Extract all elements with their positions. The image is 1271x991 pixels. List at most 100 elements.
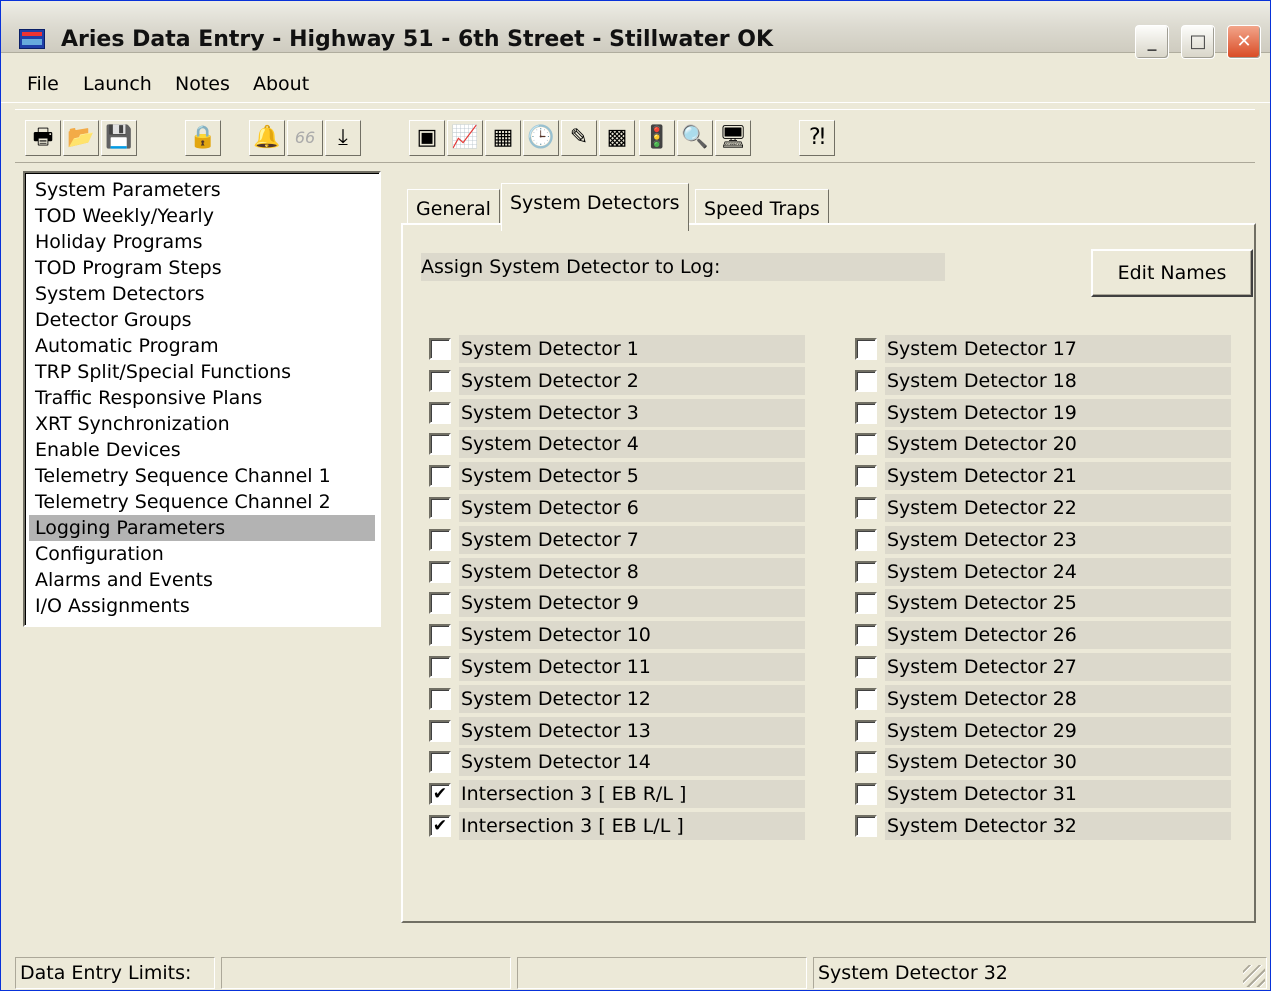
detector-checkbox[interactable] bbox=[429, 656, 451, 678]
nav-item[interactable]: Automatic Program bbox=[29, 333, 375, 359]
screen-icon[interactable]: ▣ bbox=[409, 120, 445, 156]
detector-label: System Detector 9 bbox=[459, 589, 805, 618]
disabled-tool-icon-glyph: 66 bbox=[294, 128, 316, 147]
detector-checkbox[interactable] bbox=[855, 338, 877, 360]
detector-label: System Detector 3 bbox=[459, 398, 805, 427]
grid-icon[interactable]: ▦ bbox=[485, 120, 521, 156]
detector-checkbox[interactable] bbox=[429, 687, 451, 710]
detector-label: System Detector 23 bbox=[885, 525, 1231, 554]
menu-notes[interactable]: Notes bbox=[175, 73, 230, 95]
nav-item[interactable]: I/O Assignments bbox=[29, 593, 375, 619]
detector-checkbox[interactable] bbox=[855, 369, 877, 392]
detector-label: System Detector 29 bbox=[885, 716, 1231, 745]
detector-label: System Detector 8 bbox=[459, 557, 805, 586]
detector-checkbox[interactable] bbox=[429, 497, 451, 519]
assign-detector-label: Assign System Detector to Log: bbox=[421, 253, 945, 281]
chart-icon[interactable]: 📈 bbox=[447, 120, 483, 156]
help-icon[interactable]: ⁈ bbox=[799, 120, 835, 156]
detector-checkbox[interactable] bbox=[429, 433, 451, 456]
download-icon[interactable]: ⤓ bbox=[325, 120, 361, 156]
disabled-tool-icon[interactable]: 66 bbox=[287, 120, 323, 156]
nav-item[interactable]: Telemetry Sequence Channel 2 bbox=[29, 489, 375, 515]
help-icon-glyph: ⁈ bbox=[808, 125, 826, 150]
matrix-icon[interactable]: ▩ bbox=[599, 120, 635, 156]
nav-item[interactable]: Enable Devices bbox=[29, 437, 375, 463]
detector-label: System Detector 13 bbox=[459, 716, 805, 745]
detector-checkbox[interactable] bbox=[855, 497, 877, 519]
nav-item[interactable]: System Parameters bbox=[29, 177, 375, 203]
status-current-item: System Detector 32 bbox=[813, 957, 1267, 989]
menu-file[interactable]: File bbox=[27, 73, 59, 95]
nav-item[interactable]: System Detectors bbox=[29, 281, 375, 307]
detector-checkbox[interactable] bbox=[429, 528, 451, 551]
detector-checkbox[interactable] bbox=[855, 783, 877, 806]
pencil-icon[interactable]: ✎ bbox=[561, 120, 597, 156]
detector-checkbox[interactable] bbox=[855, 751, 877, 774]
detector-label: System Detector 30 bbox=[885, 748, 1231, 777]
detector-checkbox[interactable] bbox=[429, 401, 451, 424]
detector-checkbox[interactable] bbox=[855, 815, 877, 837]
nav-item[interactable]: Logging Parameters bbox=[29, 515, 375, 541]
detector-checkbox[interactable] bbox=[429, 719, 451, 742]
detector-checkbox[interactable] bbox=[429, 369, 451, 392]
detector-checkbox[interactable] bbox=[429, 338, 451, 360]
nav-item[interactable]: Configuration bbox=[29, 541, 375, 567]
system-detectors-panel: Assign System Detector to Log: Edit Name… bbox=[401, 223, 1256, 923]
app-window: Aries Data Entry - Highway 51 - 6th Stre… bbox=[0, 0, 1271, 991]
traffic-light-icon[interactable]: 🚦 bbox=[639, 120, 675, 156]
detector-checkbox[interactable] bbox=[855, 656, 877, 678]
detector-checkbox[interactable] bbox=[855, 433, 877, 456]
clock-icon[interactable]: 🕒 bbox=[523, 120, 559, 156]
detector-label: System Detector 14 bbox=[459, 748, 805, 777]
monitor-icon-glyph: 🖥 bbox=[719, 125, 747, 150]
open-folder-icon[interactable]: 📂 bbox=[63, 120, 99, 156]
detector-label: System Detector 5 bbox=[459, 462, 805, 491]
detector-checkbox[interactable] bbox=[855, 401, 877, 424]
detector-checkbox[interactable] bbox=[855, 528, 877, 551]
nav-item[interactable]: Detector Groups bbox=[29, 307, 375, 333]
nav-item[interactable]: Traffic Responsive Plans bbox=[29, 385, 375, 411]
nav-item[interactable]: TRP Split/Special Functions bbox=[29, 359, 375, 385]
detector-checkbox[interactable]: ✔ bbox=[429, 815, 451, 837]
save-icon[interactable]: 💾 bbox=[101, 120, 137, 156]
detector-label: System Detector 24 bbox=[885, 557, 1231, 586]
minimize-button[interactable]: _ bbox=[1135, 25, 1169, 59]
detector-label: Intersection 3 [ EB L/L ] bbox=[459, 812, 805, 840]
tab-system-detectors[interactable]: System Detectors bbox=[501, 183, 689, 231]
section-list[interactable]: System Parameters TOD Weekly/Yearly Holida… bbox=[23, 171, 381, 627]
detector-checkbox[interactable] bbox=[855, 719, 877, 742]
detector-checkbox[interactable] bbox=[429, 624, 451, 647]
edit-names-button[interactable]: Edit Names bbox=[1091, 249, 1253, 297]
detector-checkbox[interactable] bbox=[855, 592, 877, 615]
detector-checkbox[interactable] bbox=[429, 560, 451, 583]
resize-grip[interactable] bbox=[1243, 965, 1265, 987]
print-icon[interactable]: 🖶 bbox=[25, 120, 61, 156]
detector-checkbox[interactable] bbox=[429, 592, 451, 615]
nav-item[interactable]: TOD Weekly/Yearly bbox=[29, 203, 375, 229]
nav-item[interactable]: Telemetry Sequence Channel 1 bbox=[29, 463, 375, 489]
nav-item[interactable]: XRT Synchronization bbox=[29, 411, 375, 437]
menu-launch[interactable]: Launch bbox=[83, 73, 152, 95]
nav-item[interactable]: Holiday Programs bbox=[29, 229, 375, 255]
detector-checkbox[interactable]: ✔ bbox=[429, 783, 451, 806]
detector-label: System Detector 4 bbox=[459, 430, 805, 459]
bell-icon[interactable]: 🔔 bbox=[249, 120, 285, 156]
detector-checkbox[interactable] bbox=[855, 624, 877, 647]
detector-checkbox[interactable] bbox=[429, 465, 451, 488]
search-icon[interactable]: 🔍 bbox=[677, 120, 713, 156]
lock-icon[interactable]: 🔒 bbox=[185, 120, 221, 156]
status-cell-2 bbox=[221, 957, 511, 989]
nav-item[interactable]: Alarms and Events bbox=[29, 567, 375, 593]
nav-item[interactable]: TOD Program Steps bbox=[29, 255, 375, 281]
monitor-icon[interactable]: 🖥 bbox=[715, 120, 751, 156]
maximize-button[interactable]: □ bbox=[1181, 25, 1215, 59]
menu-about[interactable]: About bbox=[253, 73, 309, 95]
detector-label: System Detector 26 bbox=[885, 621, 1231, 650]
detector-checkbox[interactable] bbox=[429, 751, 451, 774]
detector-checkbox[interactable] bbox=[855, 687, 877, 710]
menu-bar: File Launch Notes About bbox=[1, 67, 1270, 103]
detector-checkbox[interactable] bbox=[855, 465, 877, 488]
detector-checkbox[interactable] bbox=[855, 560, 877, 583]
close-button[interactable]: ✕ bbox=[1227, 25, 1261, 59]
title-bar[interactable]: Aries Data Entry - Highway 51 - 6th Stre… bbox=[1, 1, 1270, 59]
